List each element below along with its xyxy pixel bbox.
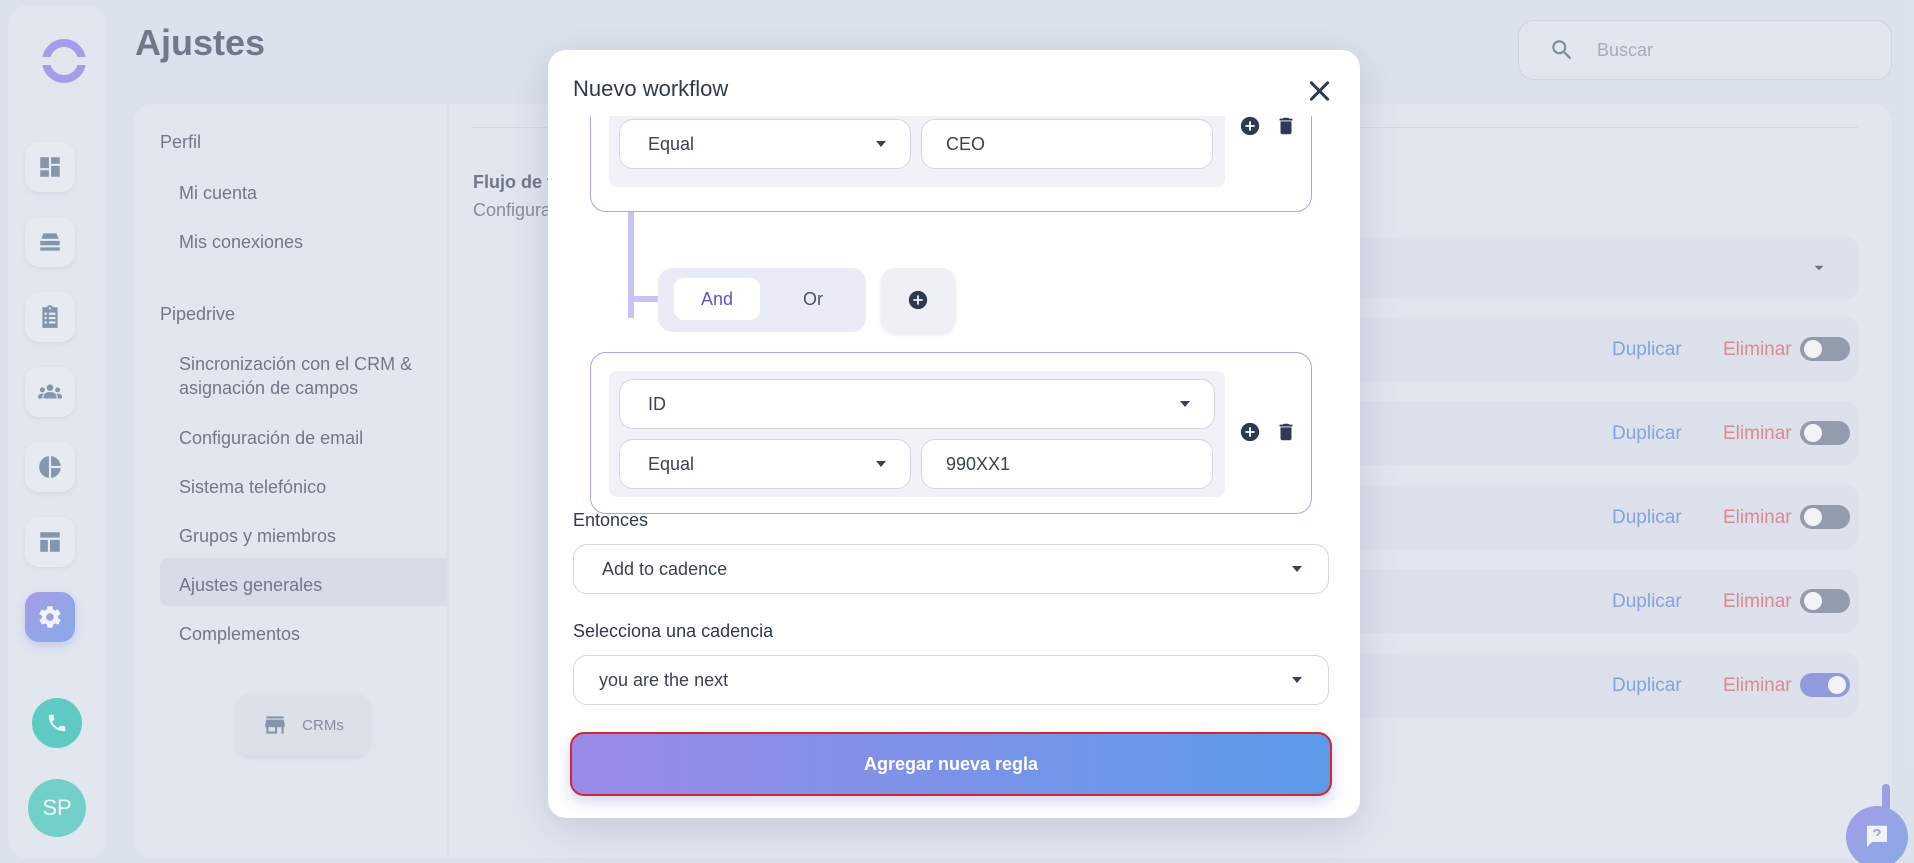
conditions-scroll-area[interactable]: Equal CEO And Or ID Equal 990XX1: [548, 116, 1360, 534]
value-text: 990XX1: [946, 453, 1011, 474]
logic-toggle: And Or: [658, 268, 866, 332]
cadence-value: you are the next: [599, 669, 729, 690]
condition-fields: Equal CEO: [609, 116, 1225, 187]
new-workflow-modal: Nuevo workflow Equal CEO And Or ID Equal…: [548, 50, 1360, 818]
condition-fields: ID Equal 990XX1: [609, 371, 1225, 497]
caret-down-icon: [876, 461, 886, 467]
condition-card: Equal CEO: [590, 116, 1312, 212]
operator-value: Equal: [648, 453, 695, 474]
operator-value: Equal: [648, 133, 695, 154]
logic-and-option[interactable]: And: [674, 278, 760, 320]
action-select[interactable]: Add to cadence: [573, 544, 1329, 594]
plus-circle-icon: [908, 290, 928, 310]
add-group-button[interactable]: [881, 268, 955, 332]
trash-icon[interactable]: [1275, 116, 1297, 137]
close-icon[interactable]: [1306, 78, 1332, 104]
add-condition-icon[interactable]: [1239, 116, 1261, 137]
then-label: Entonces: [573, 510, 649, 530]
caret-down-icon: [1180, 401, 1190, 407]
modal-title: Nuevo workflow: [573, 76, 729, 101]
operator-select[interactable]: Equal: [619, 119, 911, 169]
value-input[interactable]: 990XX1: [921, 439, 1213, 489]
caret-down-icon: [1292, 566, 1302, 572]
value-input[interactable]: CEO: [921, 119, 1213, 169]
cadence-select[interactable]: you are the next: [573, 655, 1329, 705]
add-condition-icon[interactable]: [1239, 421, 1261, 443]
action-value: Add to cadence: [602, 558, 728, 579]
logic-or-option[interactable]: Or: [770, 278, 856, 320]
add-rule-button[interactable]: Agregar nueva regla: [570, 732, 1332, 796]
connector-line: [628, 212, 634, 318]
cadence-label: Selecciona una cadencia: [573, 621, 774, 641]
caret-down-icon: [876, 141, 886, 147]
field-select[interactable]: ID: [619, 379, 1215, 429]
field-value: ID: [648, 393, 666, 414]
trash-icon[interactable]: [1275, 421, 1297, 443]
connector-line: [628, 296, 660, 302]
operator-select[interactable]: Equal: [619, 439, 911, 489]
value-text: CEO: [946, 133, 986, 154]
caret-down-icon: [1292, 677, 1302, 683]
condition-card: ID Equal 990XX1: [590, 352, 1312, 514]
